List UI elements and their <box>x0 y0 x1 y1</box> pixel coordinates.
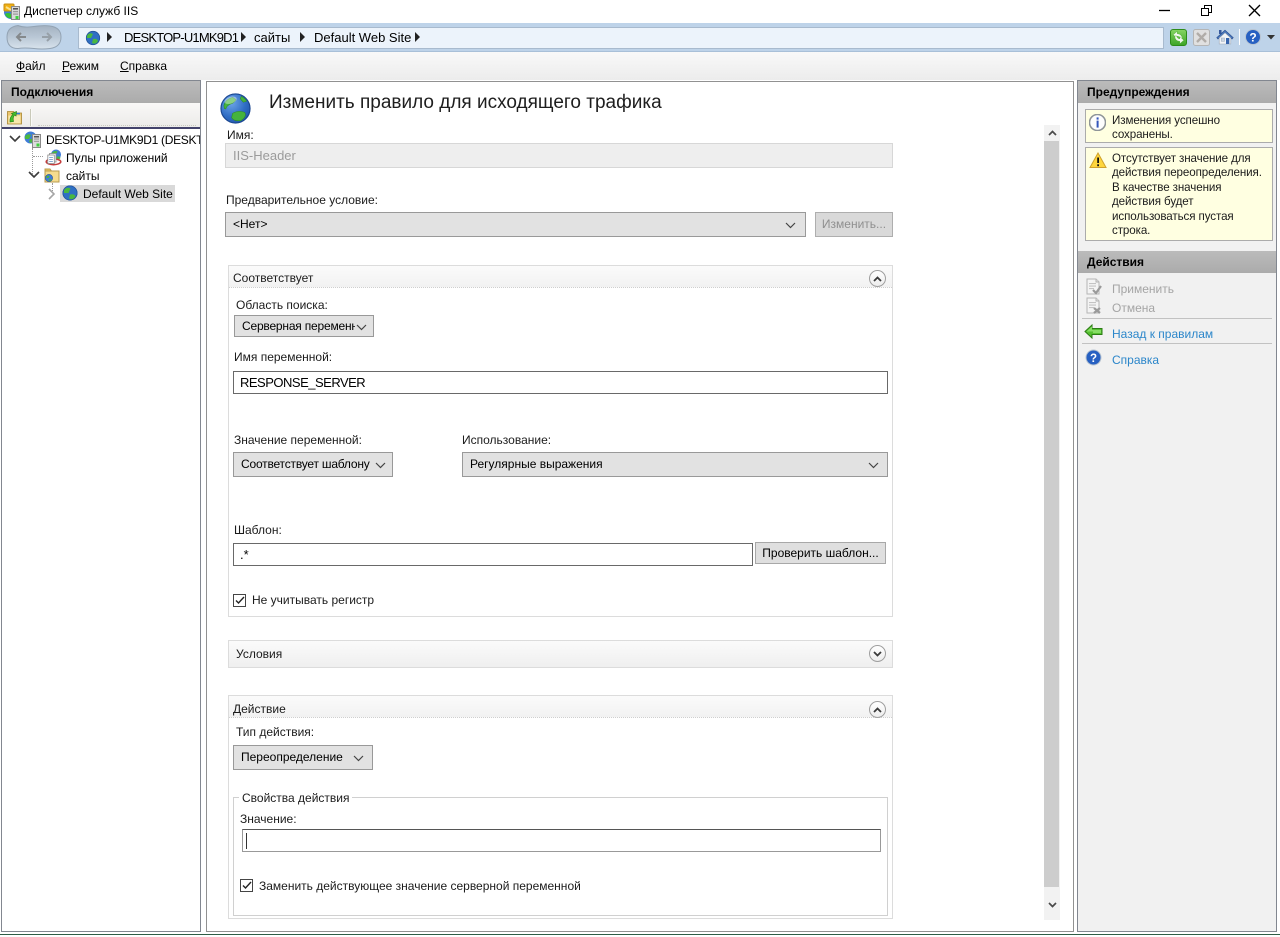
svg-text:?: ? <box>1090 353 1097 365</box>
svg-text:?: ? <box>1249 31 1256 45</box>
